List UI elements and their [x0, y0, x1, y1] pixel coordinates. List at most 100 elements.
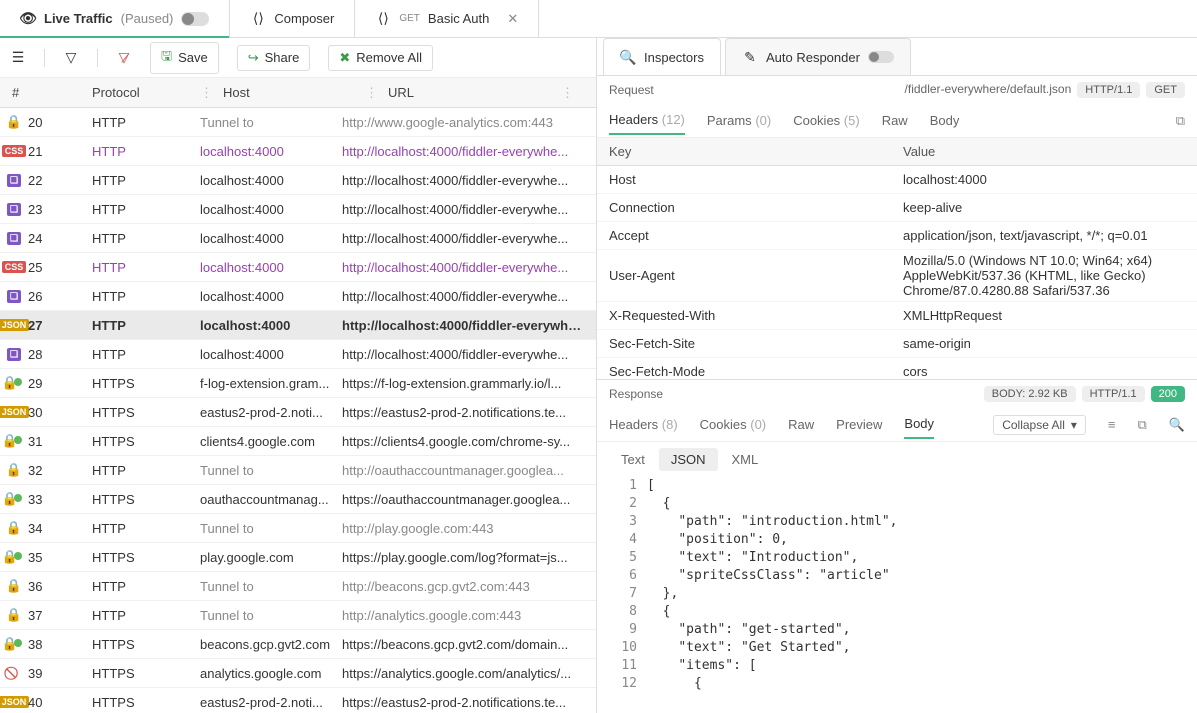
- row-host: Tunnel to: [200, 608, 342, 623]
- tab-res-cookies[interactable]: Cookies (0): [700, 411, 766, 438]
- table-row[interactable]: 🔒20HTTPTunnel tohttp://www.google-analyt…: [0, 108, 596, 137]
- tab-xml[interactable]: XML: [720, 448, 771, 471]
- tab-composer[interactable]: ⟨⟩ Composer: [230, 0, 355, 37]
- header-row[interactable]: X-Requested-WithXMLHttpRequest: [597, 302, 1197, 330]
- row-number: 40: [28, 695, 92, 710]
- save-button[interactable]: 🖫 Save: [150, 42, 219, 74]
- table-row[interactable]: 🔒37HTTPTunnel tohttp://analytics.google.…: [0, 601, 596, 630]
- collapse-all-button[interactable]: Collapse All ▾: [993, 415, 1086, 435]
- table-row[interactable]: CSS25HTTPlocalhost:4000http://localhost:…: [0, 253, 596, 282]
- col-url[interactable]: URL: [388, 85, 561, 100]
- row-url: http://localhost:4000/fiddler-everywhe..…: [342, 318, 596, 333]
- tab-auto-responder[interactable]: ✎ Auto Responder: [725, 38, 911, 75]
- tab-body[interactable]: Body: [930, 107, 960, 134]
- request-http-version: HTTP/1.1: [1077, 82, 1140, 98]
- table-row[interactable]: ❏28HTTPlocalhost:4000http://localhost:40…: [0, 340, 596, 369]
- table-row[interactable]: JSON30HTTPSeastus2-prod-2.noti...https:/…: [0, 398, 596, 427]
- row-protocol: HTTP: [92, 202, 200, 217]
- filter-icon[interactable]: ▽: [63, 50, 79, 66]
- table-row[interactable]: 🔒34HTTPTunnel tohttp://play.google.com:4…: [0, 514, 596, 543]
- row-protocol: HTTP: [92, 347, 200, 362]
- header-row[interactable]: Connectionkeep-alive: [597, 194, 1197, 222]
- row-protocol: HTTP: [92, 521, 200, 536]
- tab-raw[interactable]: Raw: [882, 107, 908, 134]
- row-url: http://analytics.google.com:443: [342, 608, 596, 623]
- table-row[interactable]: 🔒35HTTPSplay.google.comhttps://play.goog…: [0, 543, 596, 572]
- row-url: http://localhost:4000/fiddler-everywhe..…: [342, 173, 596, 188]
- row-host: Tunnel to: [200, 521, 342, 536]
- table-row[interactable]: 🔒29HTTPSf-log-extension.gram...https://f…: [0, 369, 596, 398]
- tab-res-headers[interactable]: Headers (8): [609, 411, 678, 438]
- header-row[interactable]: Sec-Fetch-Modecors: [597, 358, 1197, 379]
- col-host[interactable]: Host: [223, 85, 365, 100]
- table-row[interactable]: CSS21HTTPlocalhost:4000http://localhost:…: [0, 137, 596, 166]
- chevron-down-icon: ▾: [1071, 418, 1077, 432]
- tab-label: Live Traffic: [44, 11, 113, 26]
- request-headers-table[interactable]: Hostlocalhost:4000Connectionkeep-aliveAc…: [597, 166, 1197, 379]
- header-row[interactable]: Sec-Fetch-Sitesame-origin: [597, 330, 1197, 358]
- row-type-icon: ❏: [0, 203, 28, 216]
- row-host: localhost:4000: [200, 289, 342, 304]
- table-row[interactable]: ⃠39HTTPSanalytics.google.comhttps://anal…: [0, 659, 596, 688]
- row-type-icon: ❏: [0, 174, 28, 187]
- header-value: XMLHttpRequest: [893, 308, 1197, 323]
- auto-responder-toggle[interactable]: [868, 51, 894, 63]
- table-row[interactable]: 🔒31HTTPSclients4.google.comhttps://clien…: [0, 427, 596, 456]
- tab-res-preview[interactable]: Preview: [836, 411, 882, 438]
- header-row[interactable]: Acceptapplication/json, text/javascript,…: [597, 222, 1197, 250]
- tab-res-body[interactable]: Body: [904, 410, 934, 439]
- table-row[interactable]: 🔒33HTTPSoauthaccountmanag...https://oaut…: [0, 485, 596, 514]
- share-button[interactable]: ↪ Share: [237, 45, 311, 71]
- table-row[interactable]: 🔒32HTTPTunnel tohttp://oauthaccountmanag…: [0, 456, 596, 485]
- row-url: http://www.google-analytics.com:443: [342, 115, 596, 130]
- row-host: localhost:4000: [200, 260, 342, 275]
- row-protocol: HTTP: [92, 173, 200, 188]
- header-row[interactable]: Hostlocalhost:4000: [597, 166, 1197, 194]
- header-row[interactable]: User-AgentMozilla/5.0 (Windows NT 10.0; …: [597, 250, 1197, 302]
- menu-icon[interactable]: ☰: [10, 50, 26, 66]
- table-row[interactable]: 🔒38HTTPSbeacons.gcp.gvt2.comhttps://beac…: [0, 630, 596, 659]
- table-row[interactable]: 🔒36HTTPTunnel tohttp://beacons.gcp.gvt2.…: [0, 572, 596, 601]
- table-row[interactable]: ❏22HTTPlocalhost:4000http://localhost:40…: [0, 166, 596, 195]
- request-method: GET: [1146, 82, 1185, 98]
- tab-text[interactable]: Text: [609, 448, 657, 471]
- sessions-grid[interactable]: 🔒20HTTPTunnel tohttp://www.google-analyt…: [0, 108, 596, 713]
- table-row[interactable]: JSON40HTTPSeastus2-prod-2.noti...https:/…: [0, 688, 596, 713]
- row-type-icon: 🔒: [0, 375, 28, 391]
- search-icon[interactable]: 🔍: [1169, 417, 1185, 433]
- copy-icon[interactable]: ⧉: [1176, 113, 1185, 129]
- table-row[interactable]: ❏23HTTPlocalhost:4000http://localhost:40…: [0, 195, 596, 224]
- tab-params[interactable]: Params (0): [707, 107, 771, 134]
- filter-clear-icon[interactable]: ▽̷: [116, 50, 132, 66]
- tab-live-traffic[interactable]: 👁 Live Traffic (Paused): [0, 0, 230, 37]
- row-number: 34: [28, 521, 92, 536]
- copy-icon[interactable]: ⧉: [1138, 417, 1147, 433]
- row-url: https://f-log-extension.grammarly.io/l..…: [342, 376, 596, 391]
- row-type-icon: ⃠: [0, 665, 28, 681]
- table-row[interactable]: ❏26HTTPlocalhost:4000http://localhost:40…: [0, 282, 596, 311]
- close-icon[interactable]: ✕: [507, 11, 518, 27]
- live-toggle[interactable]: [181, 12, 209, 26]
- col-num[interactable]: #: [0, 85, 92, 100]
- tab-headers[interactable]: Headers (12): [609, 106, 685, 135]
- col-protocol[interactable]: Protocol: [92, 85, 200, 100]
- share-label: Share: [265, 50, 300, 65]
- format-icon[interactable]: ≡: [1108, 417, 1116, 432]
- row-type-icon: 🔒: [0, 462, 28, 478]
- row-url: http://beacons.gcp.gvt2.com:443: [342, 579, 596, 594]
- row-type-icon: 🔒: [0, 520, 28, 536]
- json-editor[interactable]: 123456789101112 [ { "path": "introductio…: [597, 477, 1197, 713]
- row-number: 24: [28, 231, 92, 246]
- header-key: Sec-Fetch-Mode: [597, 364, 893, 379]
- tab-basic-auth[interactable]: ⟨⟩ GET Basic Auth ✕: [355, 0, 539, 37]
- tab-json[interactable]: JSON: [659, 448, 718, 471]
- row-protocol: HTTP: [92, 115, 200, 130]
- tab-cookies[interactable]: Cookies (5): [793, 107, 859, 134]
- table-row[interactable]: JSON27HTTPlocalhost:4000http://localhost…: [0, 311, 596, 340]
- row-type-icon: 🔒: [0, 578, 28, 594]
- tab-res-raw[interactable]: Raw: [788, 411, 814, 438]
- table-row[interactable]: ❏24HTTPlocalhost:4000http://localhost:40…: [0, 224, 596, 253]
- row-url: https://beacons.gcp.gvt2.com/domain...: [342, 637, 596, 652]
- remove-all-button[interactable]: ✖ Remove All: [328, 45, 433, 71]
- tab-inspectors[interactable]: 🔍 Inspectors: [603, 38, 721, 75]
